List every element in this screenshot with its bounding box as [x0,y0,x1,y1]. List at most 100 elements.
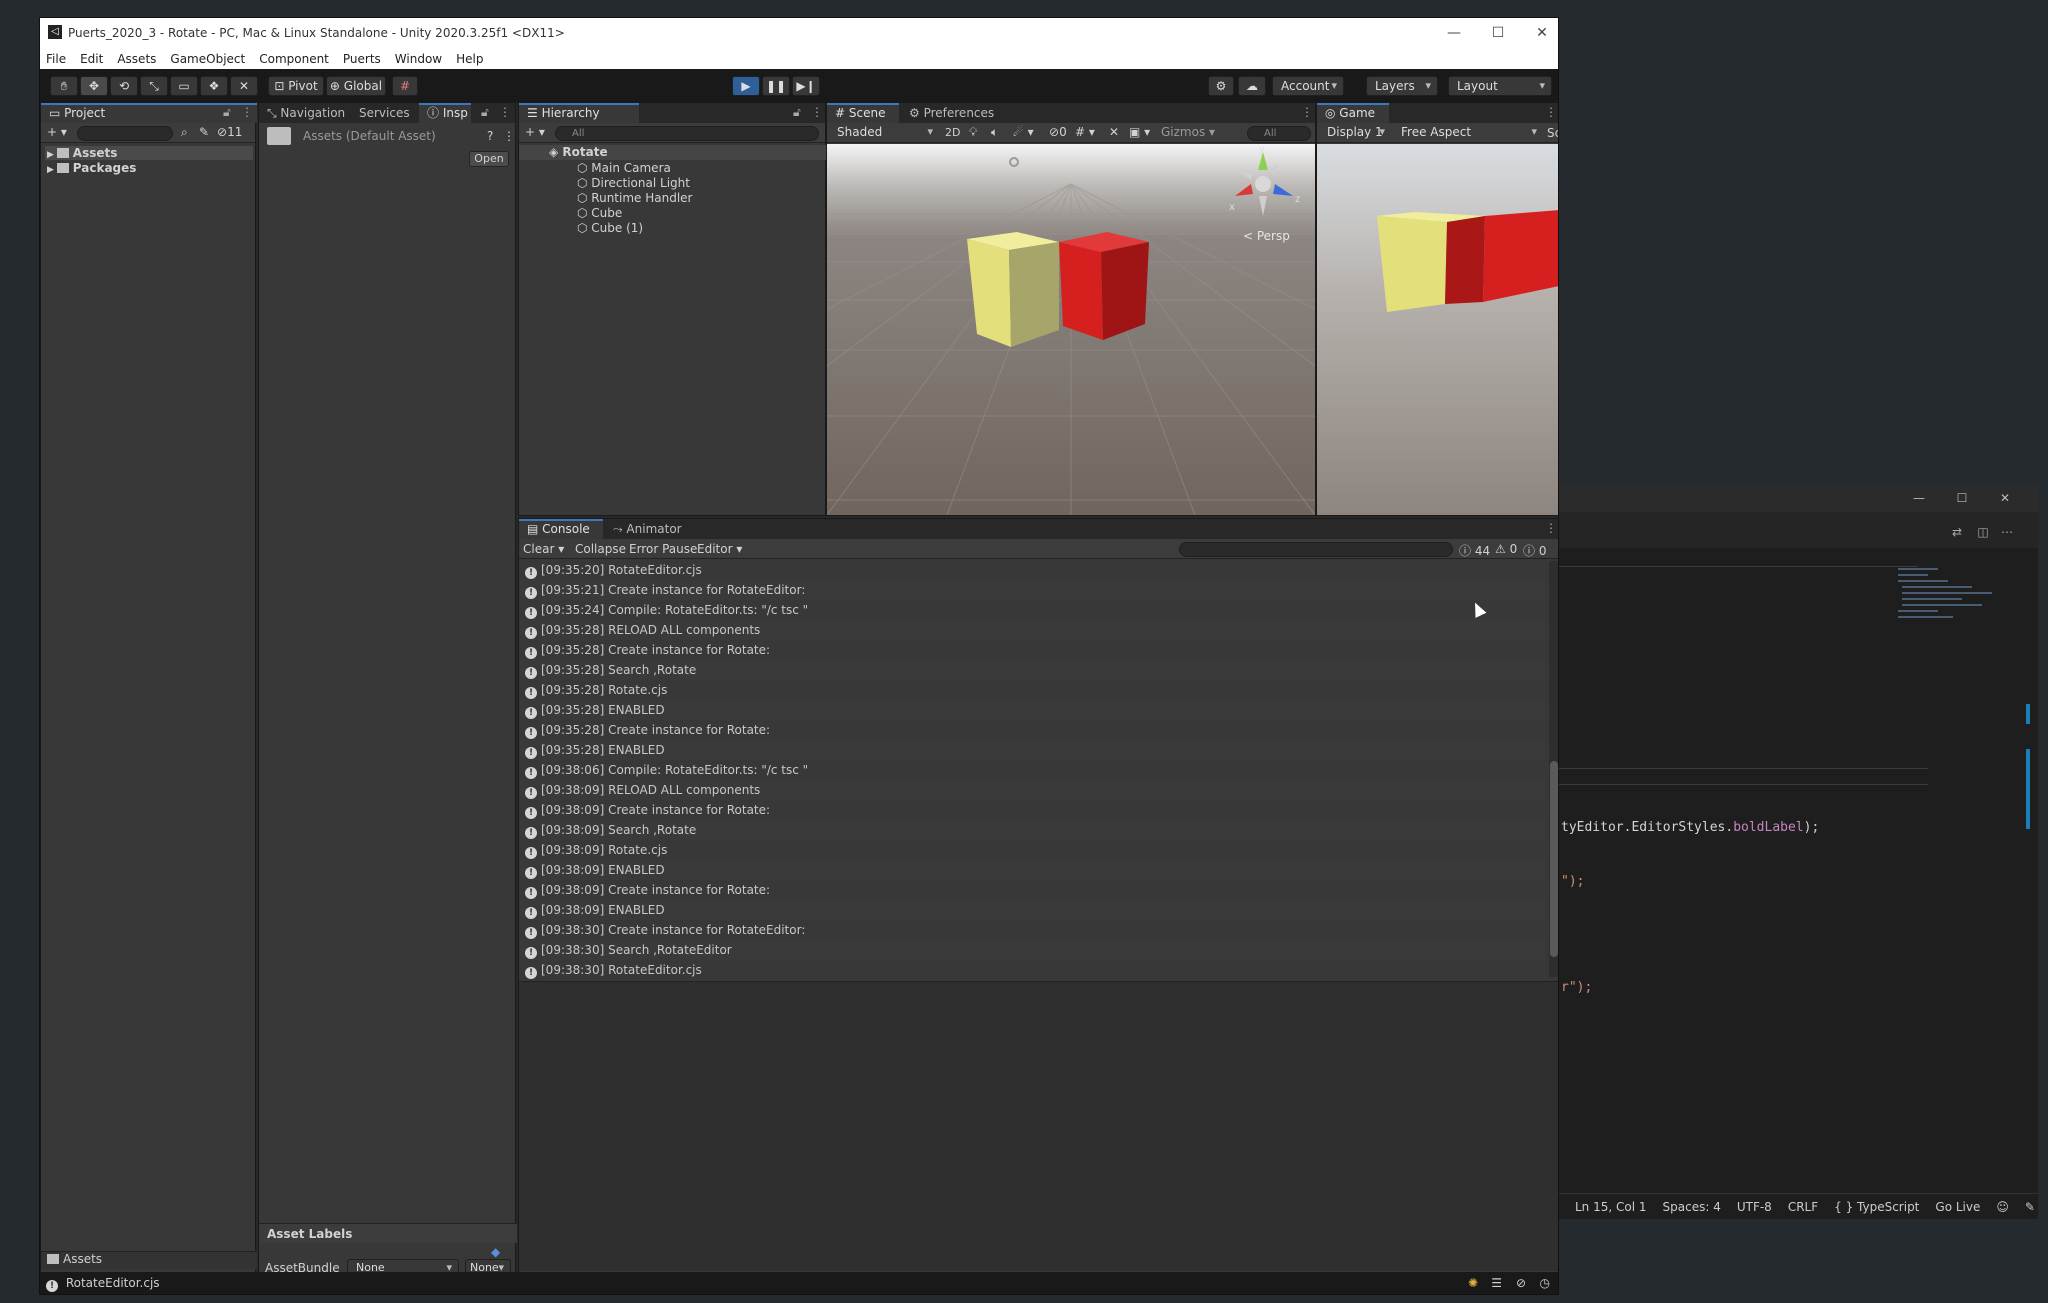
source-control-icon[interactable]: ⇄ [1949,524,1965,540]
aspect-dropdown[interactable]: Free Aspect [1393,124,1543,142]
tab-console[interactable]: ▤ Console [519,519,603,539]
hand-tool-icon[interactable]: ✋︎ [50,76,78,96]
scale-slider-label[interactable]: Sc [1547,126,1558,140]
console-log-row[interactable]: ! [09:38:09] Create instance for Rotate: [519,800,1545,820]
tab-game[interactable]: ◎ Game [1317,103,1389,123]
indentation[interactable]: Spaces: 4 [1663,1200,1721,1214]
copilot-icon[interactable]: ☺ [1996,1200,2009,1214]
hierarchy-item-directional-light[interactable]: ⬡ Directional Light [577,176,690,190]
maximize-icon[interactable]: ☐ [1486,24,1510,42]
pause-button[interactable]: ❚❚ [762,76,790,96]
status-message[interactable]: RotateEditor.cjs [66,1276,160,1290]
console-log-row[interactable]: ! [09:38:09] Create instance for Rotate: [519,880,1545,900]
minimize-icon[interactable]: — [1909,490,1929,506]
hidden-count[interactable]: ⊘11 [217,125,242,139]
scene-search-input[interactable]: All [1247,126,1311,141]
menu-window[interactable]: Window [395,52,442,66]
transform-tool-icon[interactable]: ❖ [200,76,228,96]
minimap[interactable] [1888,564,1998,644]
console-log-row[interactable]: ! [09:38:30] Create instance for RotateEd… [519,920,1545,940]
console-log-row[interactable]: ! [09:38:09] Rotate.cjs [519,840,1545,860]
console-log-row[interactable]: ! [09:38:09] RELOAD ALL components [519,780,1545,800]
layers-dropdown[interactable]: Layers [1366,76,1438,96]
hierarchy-item-cube[interactable]: ⬡ Cube [577,206,622,220]
console-log-row[interactable]: ! [09:35:28] Rotate.cjs [519,680,1545,700]
language-mode[interactable]: { } TypeScript [1834,1200,1919,1214]
menu-component[interactable]: Component [259,52,329,66]
shading-mode-dropdown[interactable]: Shaded [829,124,939,142]
play-button[interactable]: ▶ [732,76,760,96]
tools-icon[interactable]: ✕ [1109,125,1119,139]
console-log-row[interactable]: ! [09:38:06] Compile: RotateEditor.ts: "/… [519,760,1545,780]
filter-label-icon[interactable]: ✎ [199,125,209,139]
console-log-row[interactable]: ! [09:35:28] Search ,Rotate [519,660,1545,680]
audio-toggle-icon[interactable]: 🔈︎ [991,125,998,140]
console-log-row[interactable]: ! [09:35:28] Create instance for Rotate: [519,720,1545,740]
console-log-row[interactable]: ! [09:35:28] RELOAD ALL components [519,620,1545,640]
tree-item-assets[interactable]: ▶ Assets [45,146,253,160]
split-editor-icon[interactable]: ◫ [1975,524,1991,540]
lock-icon[interactable]: 🔓︎ [481,105,489,120]
console-scrollbar[interactable] [1549,561,1558,977]
tab-services[interactable]: Services [351,103,418,123]
hierarchy-item-cube-1[interactable]: ⬡ Cube (1) [577,221,643,235]
error-pause-toggle[interactable]: Error Pause [629,542,697,556]
2d-toggle[interactable]: 2D [945,126,960,139]
console-log-row[interactable]: ! [09:35:20] RotateEditor.cjs [519,560,1545,580]
panel-menu-icon[interactable]: ⋮ [499,105,511,119]
path-item-assets[interactable]: Assets [63,1252,102,1266]
info-filter-toggle[interactable]: ⓘ 44 [1459,542,1490,559]
console-log-row[interactable]: ! [09:38:09] Search ,Rotate [519,820,1545,840]
project-search-input[interactable] [77,126,173,141]
tab-scene[interactable]: #︎ Scene [827,103,899,123]
lighting-toggle-icon[interactable]: 💡︎ [969,125,977,140]
filter-type-icon[interactable]: ⌕ [181,125,188,140]
code-line[interactable]: tyEditor.EditorStyles.boldLabel); [1561,820,1819,835]
scene-root-rotate[interactable]: ◈ Rotate [519,145,827,160]
create-button[interactable]: + ▾ [525,125,545,139]
scene-viewport[interactable]: y x z < Persp [827,144,1315,515]
auto-generate-icon[interactable]: ◷ [1540,1272,1550,1294]
code-line[interactable]: r"); [1561,980,1592,995]
create-button[interactable]: + ▾ [47,125,67,139]
go-live-button[interactable]: Go Live [1935,1200,1980,1214]
console-search-input[interactable] [1179,542,1453,557]
tab-animator[interactable]: ⤳ Animator [605,519,690,539]
panel-menu-icon[interactable]: ⋮ [811,105,823,119]
close-icon[interactable]: ✕ [1995,490,2015,506]
console-log-row[interactable]: ! [09:35:21] Create instance for RotateEd… [519,580,1545,600]
menu-edit[interactable]: Edit [80,52,103,66]
hidden-objects-toggle[interactable]: ⊘0 [1049,125,1067,139]
lock-icon[interactable]: 🔓︎ [793,105,801,120]
console-log-row[interactable]: ! [09:38:30] RotateEditor.cjs [519,960,1545,980]
custom-tool-icon[interactable]: ✕ [230,76,258,96]
maximize-icon[interactable]: ☐ [1952,490,1972,506]
help-icon[interactable]: ? [487,129,493,143]
step-button[interactable]: ▶❙ [792,76,820,96]
gizmos-dropdown[interactable]: Gizmos ▾ [1161,125,1215,139]
hierarchy-item-main-camera[interactable]: ⬡ Main Camera [577,161,671,175]
tab-inspector[interactable]: ⓘ Insp [419,103,471,123]
menu-gameobject[interactable]: GameObject [170,52,245,66]
effects-dropdown-icon[interactable]: ☄ ▾ [1013,125,1034,139]
more-actions-icon[interactable]: ⋯ [1999,524,2015,540]
red-cube[interactable] [1059,232,1149,340]
rect-tool-icon[interactable]: ▭ [170,76,198,96]
display-dropdown[interactable]: Display 1 [1319,124,1391,142]
cursor-position[interactable]: Ln 15, Col 1 [1575,1200,1647,1214]
line-ending[interactable]: CRLF [1788,1200,1818,1214]
progress-icon[interactable]: ✺ [1468,1272,1478,1294]
feedback-icon[interactable]: ✎ [2025,1200,2035,1214]
projection-label[interactable]: < Persp [1243,229,1290,243]
yellow-cube[interactable] [967,232,1059,347]
menu-puerts[interactable]: Puerts [343,52,381,66]
console-log-row[interactable]: ! [09:35:28] ENABLED [519,700,1545,720]
debug-icon[interactable]: ⊘ [1516,1272,1526,1294]
grid-toggle-icon[interactable]: # ▾ [1075,125,1095,139]
scale-tool-icon[interactable]: ⤡ [140,76,168,96]
pivot-toggle[interactable]: ⊡ Pivot [268,76,324,96]
console-log-row[interactable]: ! [09:38:30] Search ,RotateEditor [519,940,1545,960]
minimize-icon[interactable]: — [1442,24,1466,42]
camera-dropdown-icon[interactable]: ▣ ▾ [1129,125,1150,139]
editor-dropdown[interactable]: Editor ▾ [697,542,742,556]
